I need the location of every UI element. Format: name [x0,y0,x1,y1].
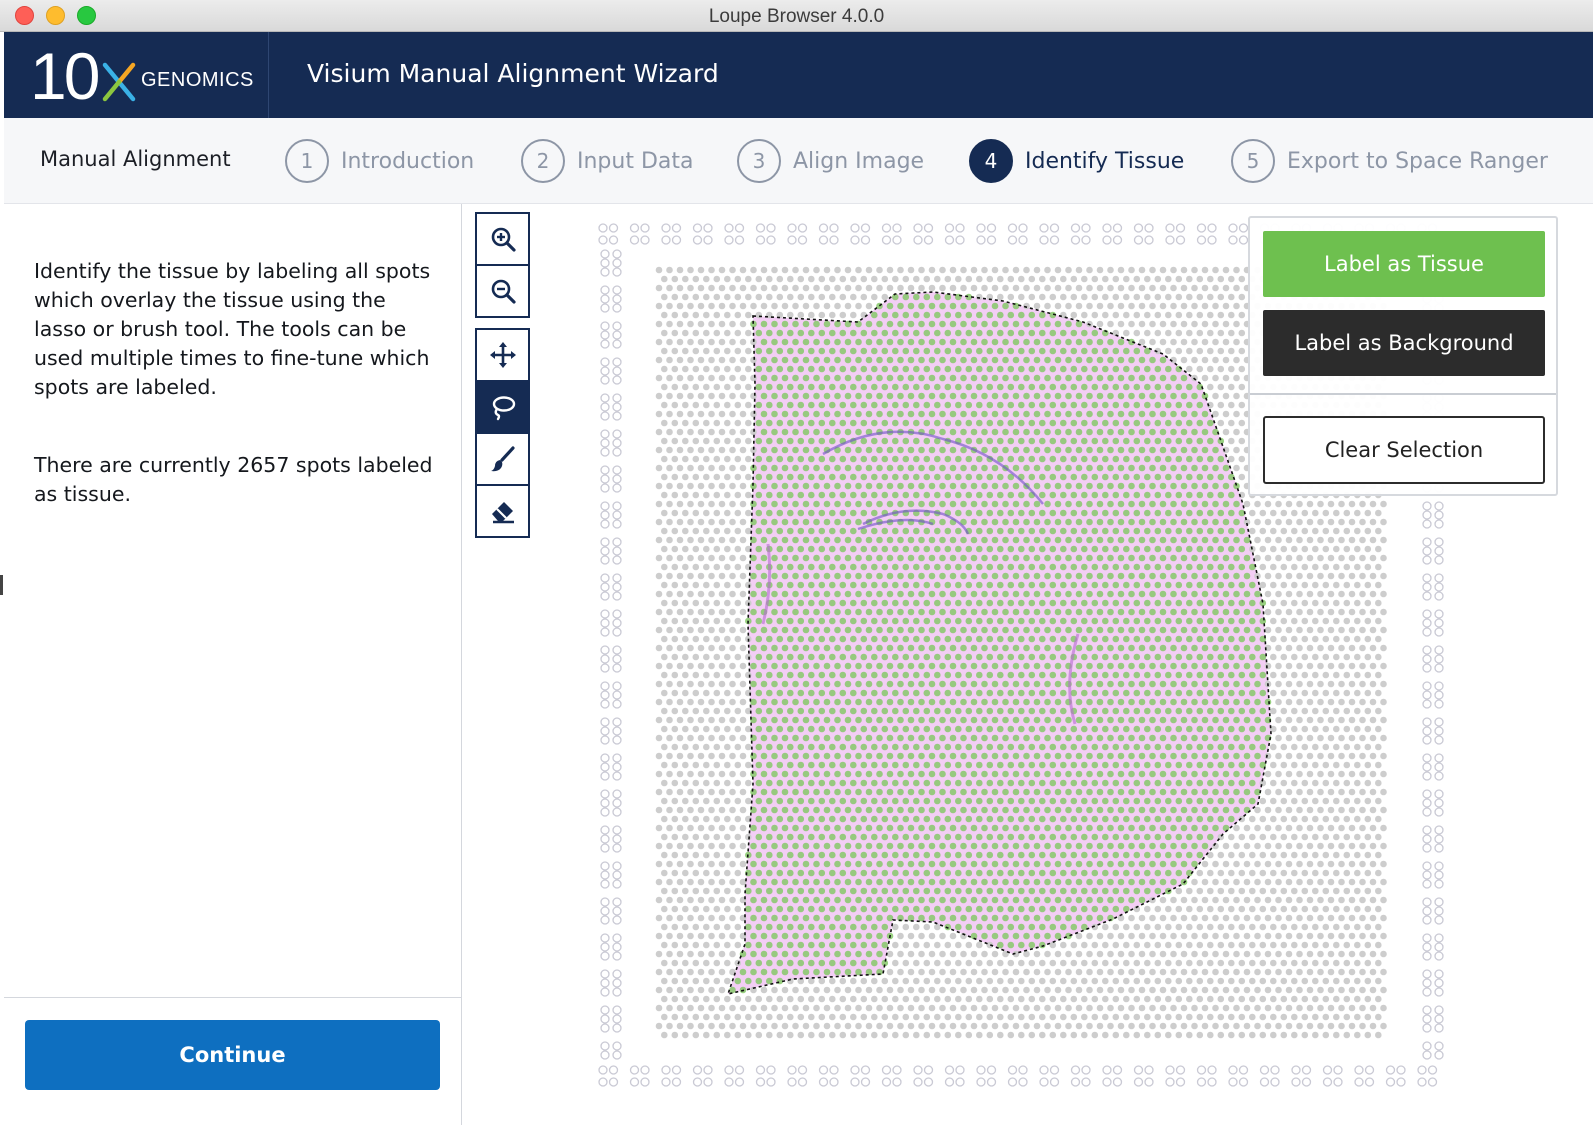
tool-palette [475,212,530,538]
clear-selection-button[interactable]: Clear Selection [1263,416,1545,484]
step-number: 3 [737,139,781,183]
step-label: Introduction [341,148,475,174]
panel-footer: Continue [4,997,461,1125]
step-label: Align Image [793,148,925,174]
move-icon [489,342,516,368]
window-titlebar: Loupe Browser 4.0.0 [0,0,1593,32]
logo: 10 GENOMICS [4,32,269,118]
app-title: Visium Manual Alignment Wizard [307,59,719,88]
tissue-count-status: There are currently 2657 spots labeled a… [34,453,433,506]
label-as-background-button[interactable]: Label as Background [1263,310,1545,376]
zoom-in-icon [491,227,516,252]
zoom-out-icon [491,279,516,304]
step-label: Identify Tissue [1025,148,1185,174]
step-input-data[interactable]: 2 Input Data [521,139,694,183]
window-title: Loupe Browser 4.0.0 [708,6,885,27]
step-export-space-ranger[interactable]: 5 Export to Space Ranger [1231,139,1548,183]
app-header: 10 GENOMICS Visium Manual Alignment Wiza… [4,32,1593,118]
step-identify-tissue[interactable]: 4 Identify Tissue [969,139,1184,183]
lasso-tool-button[interactable] [475,380,530,434]
zoom-out-button[interactable] [475,264,530,318]
label-actions-panel: Label as Tissue Label as Background Clea… [1248,216,1558,496]
eraser-icon [491,502,514,524]
step-introduction[interactable]: 1 Introduction [285,139,474,183]
tissue-viewer[interactable]: Label as Tissue Label as Background Clea… [463,204,1593,1125]
step-number: 1 [285,139,329,183]
zoom-in-button[interactable] [475,212,530,266]
wizard-title: Manual Alignment [40,147,231,171]
step-number: 4 [969,139,1013,183]
step-label: Input Data [577,148,694,174]
step-number: 5 [1231,139,1275,183]
step-label: Export to Space Ranger [1287,148,1548,174]
step-align-image[interactable]: 3 Align Image [737,139,924,183]
step-number: 2 [521,139,565,183]
instructions-panel: Identify the tissue by labeling all spot… [4,204,462,1125]
instructions-text: Identify the tissue by labeling all spot… [34,259,431,399]
brush-icon [490,446,515,472]
logo-x-icon [102,62,136,102]
lasso-icon [492,396,515,421]
move-tool-button[interactable] [475,328,530,382]
eraser-tool-button[interactable] [475,484,530,538]
wizard-stepbar: Manual Alignment 1 Introduction 2 Input … [4,118,1593,204]
divider [1250,393,1556,395]
brush-tool-button[interactable] [475,432,530,486]
logo-number: 10 [30,39,100,113]
logo-text: GENOMICS [141,69,254,91]
window-edge-marker [0,575,3,595]
continue-button[interactable]: Continue [25,1020,440,1090]
label-as-tissue-button[interactable]: Label as Tissue [1263,231,1545,297]
